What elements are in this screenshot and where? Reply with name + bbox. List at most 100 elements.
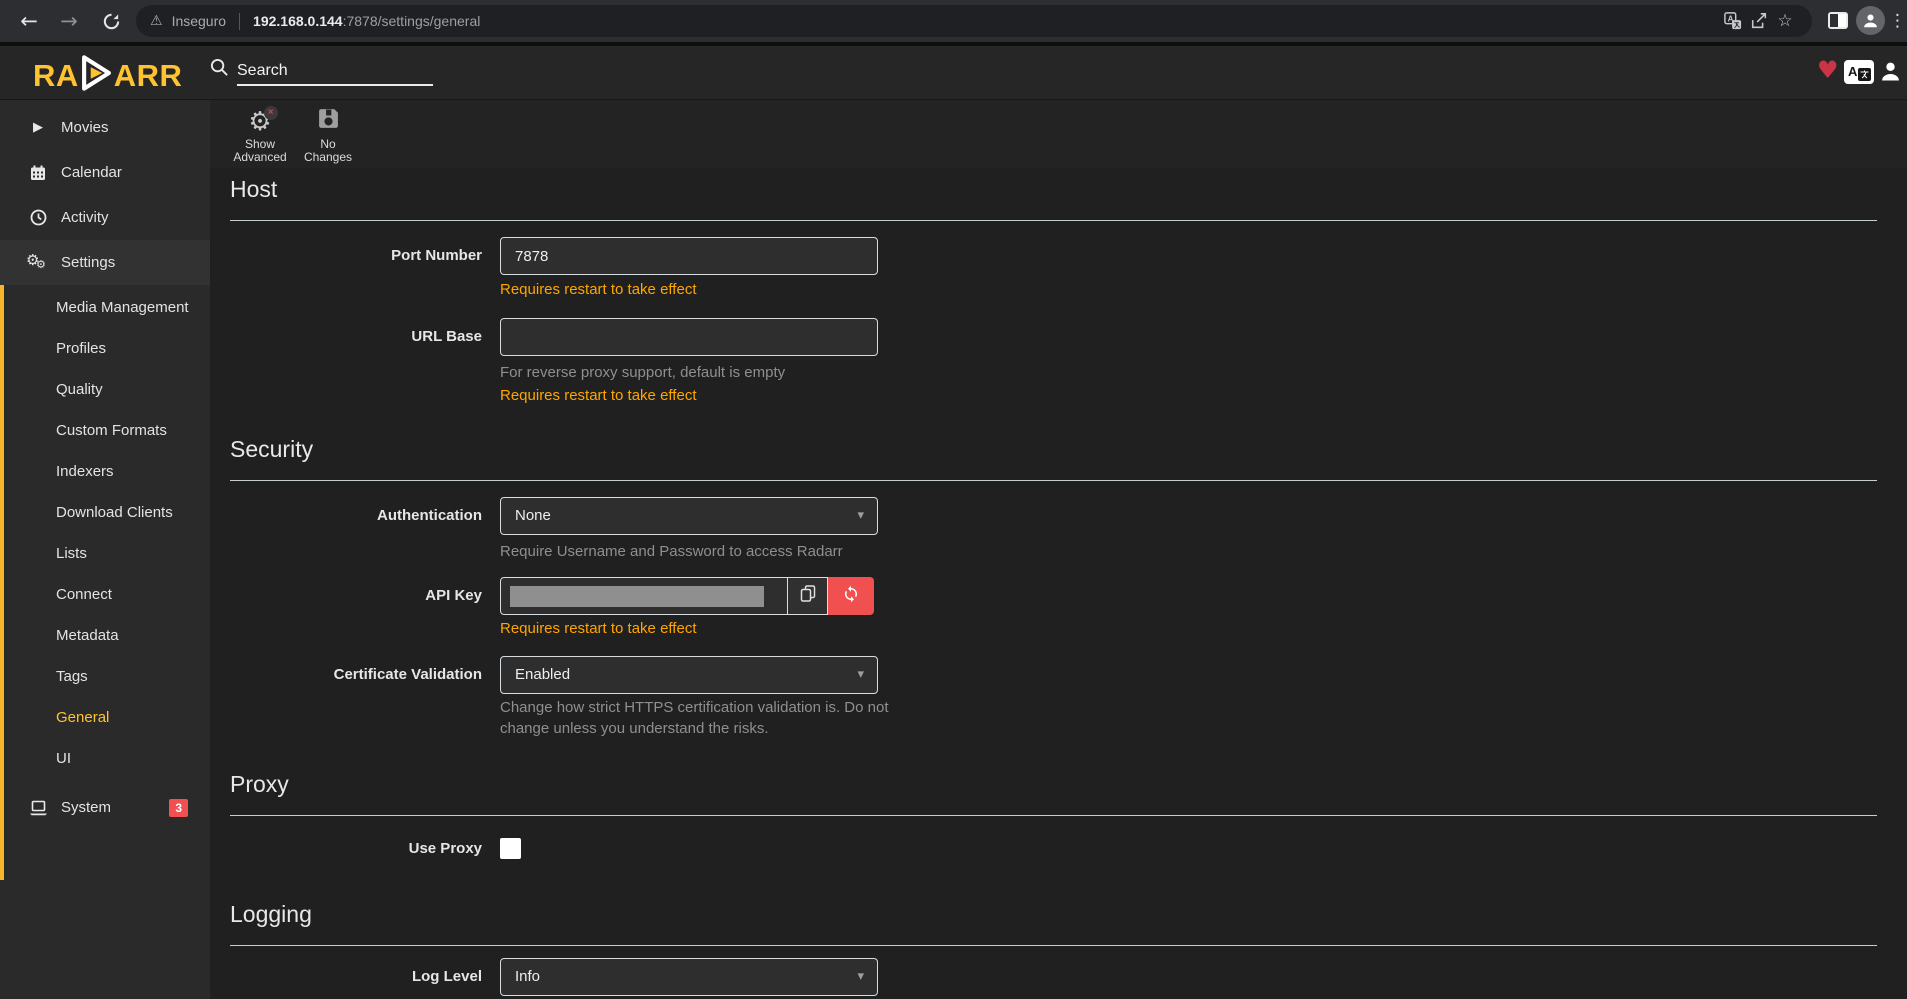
sidebar-item-general[interactable]: General xyxy=(0,697,210,738)
sidebar-item-media-management[interactable]: Media Management xyxy=(0,287,210,328)
search-icon xyxy=(210,58,229,82)
sidebar-item-ui[interactable]: UI xyxy=(0,738,210,779)
chevron-down-icon: ▾ xyxy=(857,959,864,995)
sidebar-item-indexers[interactable]: Indexers xyxy=(0,451,210,492)
not-secure-label: Inseguro xyxy=(172,13,226,29)
sidebar-item-profiles[interactable]: Profiles xyxy=(0,328,210,369)
certificate-validation-select[interactable]: Enabled ▾ xyxy=(500,656,878,694)
sub-label: Custom Formats xyxy=(56,422,167,439)
clock-icon xyxy=(28,209,48,226)
bookmark-star-icon[interactable]: ☆ xyxy=(1772,8,1798,34)
laptop-icon xyxy=(28,800,48,816)
api-key-redacted-block xyxy=(510,586,764,607)
gears-icon: ⚙⚙ xyxy=(28,254,48,272)
browser-forward-icon[interactable]: → xyxy=(54,0,84,42)
sidebar-item-quality[interactable]: Quality xyxy=(0,369,210,410)
nav-label: Activity xyxy=(61,209,109,226)
chevron-down-icon: ▾ xyxy=(857,498,864,534)
nav-label: Calendar xyxy=(61,164,122,181)
port-number-label: Port Number xyxy=(230,237,482,275)
movies-play-icon: ▶ xyxy=(28,120,48,135)
section-divider xyxy=(230,480,1877,481)
section-divider xyxy=(230,945,1877,946)
log-level-label: Log Level xyxy=(230,958,482,996)
user-icon[interactable] xyxy=(1880,60,1901,87)
url-host: 192.168.0.144 xyxy=(253,13,343,29)
api-key-input[interactable] xyxy=(500,577,788,615)
search-input[interactable] xyxy=(237,58,433,86)
sub-label: Media Management xyxy=(56,299,189,316)
sub-label: Download Clients xyxy=(56,504,173,521)
translate-icon[interactable]: A xyxy=(1720,8,1746,34)
logo-text-left: RA xyxy=(33,57,79,95)
sub-label: Tags xyxy=(56,668,88,685)
browser-reload-icon[interactable] xyxy=(96,0,126,42)
browser-profile-avatar[interactable] xyxy=(1856,6,1885,35)
radarr-logo[interactable]: RA ARR xyxy=(33,54,182,97)
sub-label: Connect xyxy=(56,586,112,603)
clipboard-icon xyxy=(800,585,816,607)
sidebar-item-system[interactable]: System 3 xyxy=(0,785,210,830)
sidebar-item-movies[interactable]: ▶ Movies xyxy=(0,105,210,150)
logo-play-icon xyxy=(80,54,113,97)
section-divider xyxy=(230,815,1877,816)
sync-icon xyxy=(842,585,860,608)
api-key-label: API Key xyxy=(230,577,482,615)
use-proxy-checkbox[interactable] xyxy=(500,838,521,859)
log-level-value: Info xyxy=(515,968,540,985)
sidebar-item-lists[interactable]: Lists xyxy=(0,533,210,574)
not-secure-icon: ⚠ xyxy=(150,13,163,29)
address-divider xyxy=(239,13,240,30)
regenerate-api-key-button[interactable] xyxy=(828,577,874,615)
logo-text-right: ARR xyxy=(114,57,183,95)
port-restart-warning: Requires restart to take effect xyxy=(500,281,697,298)
sub-label: Quality xyxy=(56,381,103,398)
authentication-help: Require Username and Password to access … xyxy=(500,541,843,562)
no-changes-button[interactable]: NoChanges xyxy=(296,105,360,164)
url-base-restart-warning: Requires restart to take effect xyxy=(500,387,697,404)
api-key-group xyxy=(500,577,874,615)
browser-back-icon[interactable]: ← xyxy=(14,0,44,42)
use-proxy-label: Use Proxy xyxy=(230,838,482,859)
section-title-security: Security xyxy=(230,436,313,463)
sidebar-item-settings[interactable]: ⚙⚙ Settings xyxy=(0,240,210,285)
url-base-help: For reverse proxy support, default is em… xyxy=(500,362,785,383)
sub-label: UI xyxy=(56,750,71,767)
nav-label: Movies xyxy=(61,119,109,136)
sidebar-item-metadata[interactable]: Metadata xyxy=(0,615,210,656)
radarr-settings-page: ← → ⚠ Inseguro 192.168.0.144 :7878/setti… xyxy=(0,0,1907,999)
port-number-input[interactable] xyxy=(500,237,878,275)
sidebar-item-connect[interactable]: Connect xyxy=(0,574,210,615)
certificate-validation-label: Certificate Validation xyxy=(230,656,482,694)
system-health-badge: 3 xyxy=(169,799,188,817)
url-base-input[interactable] xyxy=(500,318,878,356)
chevron-down-icon: ▾ xyxy=(857,657,864,693)
sub-label: General xyxy=(56,709,109,726)
authentication-label: Authentication xyxy=(230,497,482,535)
advanced-gear-icon: ⚙ × xyxy=(248,109,271,135)
authentication-value: None xyxy=(515,507,551,524)
log-level-select[interactable]: Info ▾ xyxy=(500,958,878,996)
copy-api-key-button[interactable] xyxy=(788,577,828,615)
nav-label: System xyxy=(61,799,111,816)
sidebar-item-activity[interactable]: Activity xyxy=(0,195,210,240)
browser-menu-dots-icon[interactable]: ⋮ xyxy=(1889,0,1906,42)
general-settings-content: Host Port Number Requires restart to tak… xyxy=(210,168,1907,999)
address-bar[interactable]: ⚠ Inseguro 192.168.0.144 :7878/settings/… xyxy=(136,5,1812,37)
sidebar-item-tags[interactable]: Tags xyxy=(0,656,210,697)
url-path: :7878/settings/general xyxy=(343,13,481,29)
page-translate-icon[interactable]: A xyxy=(1844,60,1874,84)
section-divider xyxy=(230,220,1877,221)
advanced-x-badge: × xyxy=(264,106,278,120)
authentication-select[interactable]: None ▾ xyxy=(500,497,878,535)
side-panel-icon[interactable] xyxy=(1828,12,1848,29)
sidebar-item-custom-formats[interactable]: Custom Formats xyxy=(0,410,210,451)
show-advanced-button[interactable]: ⚙ × ShowAdvanced xyxy=(228,105,292,164)
sidebar: ▶ Movies Calendar Activity ⚙⚙ Settings M… xyxy=(0,100,210,999)
share-icon[interactable] xyxy=(1746,8,1772,34)
donate-heart-icon[interactable]: ♥ xyxy=(1817,56,1839,84)
api-key-restart-warning: Requires restart to take effect xyxy=(500,620,697,637)
sidebar-item-calendar[interactable]: Calendar xyxy=(0,150,210,195)
section-title-host: Host xyxy=(230,176,277,203)
sidebar-item-download-clients[interactable]: Download Clients xyxy=(0,492,210,533)
